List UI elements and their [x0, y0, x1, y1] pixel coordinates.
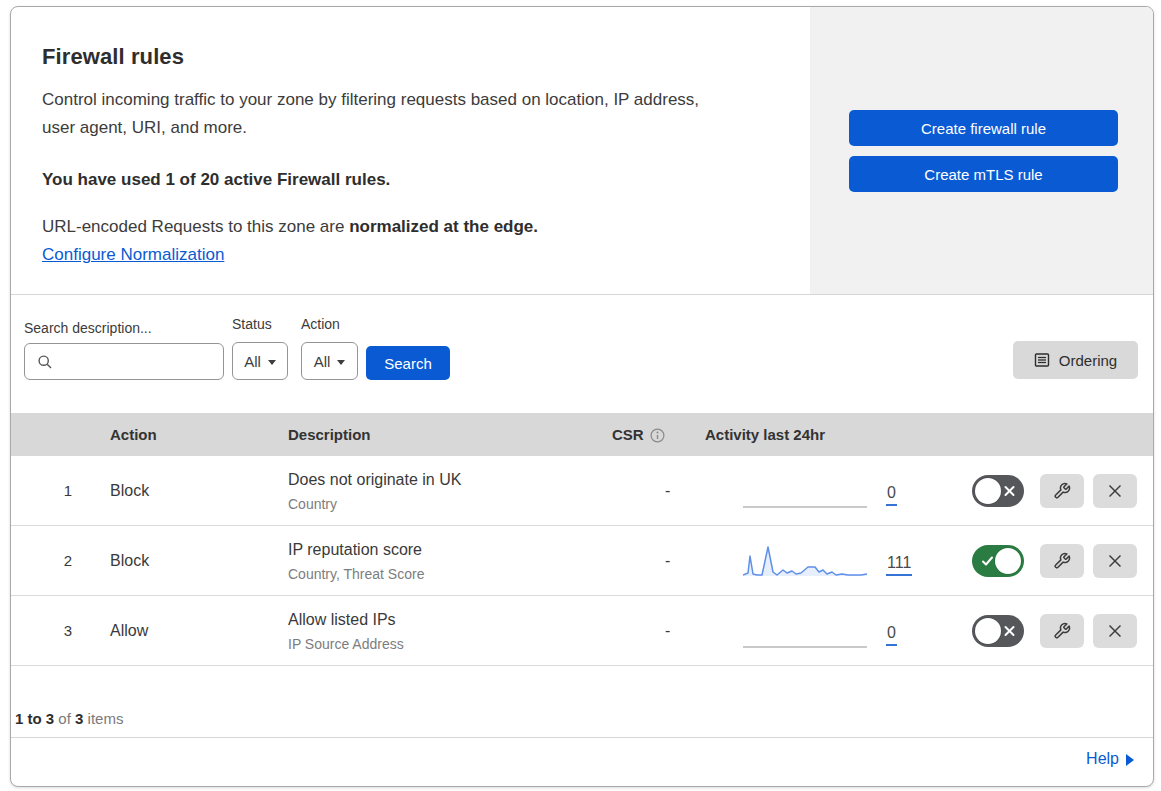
rule-csr-value: - [665, 596, 670, 666]
rule-priority: 2 [11, 526, 125, 596]
items-summary: 1 to 3 of 3 items [15, 710, 123, 727]
toggle-state-icon [1004, 485, 1015, 496]
table-body: 1 Block Does not originate in UK Country… [11, 456, 1153, 666]
rule-csr-value: - [665, 456, 670, 526]
close-icon [1108, 554, 1122, 568]
delete-rule-button[interactable] [1093, 544, 1137, 578]
activity-count-link[interactable]: 111 [886, 554, 912, 576]
cta-panel [810, 7, 1153, 294]
edit-rule-button[interactable] [1040, 474, 1084, 508]
toggle-knob [975, 618, 1001, 644]
firewall-rules-card: Firewall rules Control incoming traffic … [10, 6, 1154, 787]
rule-fields: Country, Threat Score [288, 563, 424, 583]
rule-enabled-toggle[interactable] [972, 475, 1024, 507]
page-description: Control incoming traffic to your zone by… [42, 86, 772, 142]
rule-csr-value: - [665, 526, 670, 596]
rule-title: IP reputation score [288, 538, 424, 559]
help-arrow-icon [1126, 754, 1134, 766]
rule-enabled-toggle[interactable] [972, 545, 1024, 577]
close-icon [1108, 624, 1122, 638]
header-section: Firewall rules Control incoming traffic … [11, 7, 1153, 295]
delete-rule-button[interactable] [1093, 614, 1137, 648]
table-row: 1 Block Does not originate in UK Country… [11, 456, 1153, 526]
info-icon[interactable] [650, 428, 665, 443]
normalization-note: URL-encoded Requests to this zone are no… [42, 216, 772, 238]
rule-fields: Country [288, 493, 461, 513]
create-firewall-rule-button[interactable]: Create firewall rule [849, 110, 1118, 146]
create-mtls-rule-button[interactable]: Create mTLS rule [849, 156, 1118, 192]
toggle-state-icon [981, 554, 994, 567]
action-filter-label: Action [301, 316, 340, 332]
rule-priority: 3 [11, 596, 125, 666]
status-label: Status [232, 316, 272, 332]
activity-sparkline [743, 546, 867, 578]
help-bar: Help [11, 737, 1153, 783]
column-header-activity: Activity last 24hr [705, 413, 825, 456]
column-header-description: Description [288, 413, 371, 456]
table-header: Action Description CSR Activity last 24h… [11, 413, 1153, 456]
chevron-down-icon [268, 360, 276, 365]
toggle-knob [975, 478, 1001, 504]
rule-priority: 1 [11, 456, 125, 526]
search-input[interactable] [24, 343, 224, 380]
usage-summary: You have used 1 of 20 active Firewall ru… [42, 169, 772, 191]
close-icon [1108, 484, 1122, 498]
rule-title: Does not originate in UK [288, 468, 461, 489]
toggle-state-icon [1004, 625, 1015, 636]
chevron-down-icon [337, 360, 345, 365]
action-select[interactable]: All [301, 342, 358, 380]
table-row: 2 Block IP reputation score Country, Thr… [11, 526, 1153, 596]
wrench-icon [1053, 552, 1071, 570]
rule-action: Block [110, 526, 149, 596]
configure-normalization-link[interactable]: Configure Normalization [42, 245, 224, 264]
column-header-action: Action [110, 413, 157, 456]
rule-action: Allow [110, 596, 148, 666]
activity-count-link[interactable]: 0 [886, 624, 897, 646]
ordering-icon [1034, 352, 1050, 368]
page-title: Firewall rules [42, 44, 772, 70]
toggle-knob [995, 548, 1021, 574]
search-icon [37, 354, 53, 370]
ordering-button[interactable]: Ordering [1013, 341, 1138, 379]
rule-description: Allow listed IPs IP Source Address [288, 608, 404, 653]
activity-sparkline [743, 476, 867, 508]
activity-sparkline [743, 616, 867, 648]
rule-description: Does not originate in UK Country [288, 468, 461, 513]
delete-rule-button[interactable] [1093, 474, 1137, 508]
summary-area: 1 to 3 of 3 items [11, 666, 1153, 737]
rule-title: Allow listed IPs [288, 608, 404, 629]
column-header-csr: CSR [612, 413, 665, 456]
rule-action: Block [110, 456, 149, 526]
search-button[interactable]: Search [366, 346, 450, 380]
wrench-icon [1053, 622, 1071, 640]
activity-count-link[interactable]: 0 [886, 484, 897, 506]
edit-rule-button[interactable] [1040, 614, 1084, 648]
rule-enabled-toggle[interactable] [972, 615, 1024, 647]
help-link[interactable]: Help [1086, 750, 1134, 768]
search-label: Search description... [24, 320, 152, 336]
filter-bar: Search description... Status All Action … [11, 295, 1153, 413]
edit-rule-button[interactable] [1040, 544, 1084, 578]
header-text-block: Firewall rules Control incoming traffic … [42, 44, 772, 266]
table-row: 3 Allow Allow listed IPs IP Source Addre… [11, 596, 1153, 666]
rule-fields: IP Source Address [288, 633, 404, 653]
status-select[interactable]: All [232, 342, 288, 380]
wrench-icon [1053, 482, 1071, 500]
rule-description: IP reputation score Country, Threat Scor… [288, 538, 424, 583]
